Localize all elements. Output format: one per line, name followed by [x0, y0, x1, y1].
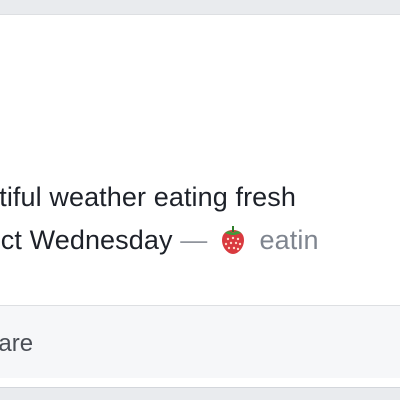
share-button[interactable]: hare	[0, 330, 33, 358]
activity-separator: —	[180, 225, 208, 255]
post-message-line-2: rfect Wednesday —	[0, 219, 400, 262]
activity-link[interactable]: eatin	[260, 225, 319, 255]
post-message-line-1-text: autiful weather eating fresh	[0, 182, 296, 212]
post-actions-bar	[0, 306, 400, 378]
post-message: autiful weather eating fresh rfect Wedne…	[0, 176, 400, 262]
feed-viewport: autiful weather eating fresh rfect Wedne…	[0, 0, 400, 400]
strawberry-icon	[217, 224, 249, 256]
post-message-line-1: autiful weather eating fresh	[0, 176, 400, 219]
post-message-line-2-text: rfect Wednesday	[0, 225, 173, 255]
